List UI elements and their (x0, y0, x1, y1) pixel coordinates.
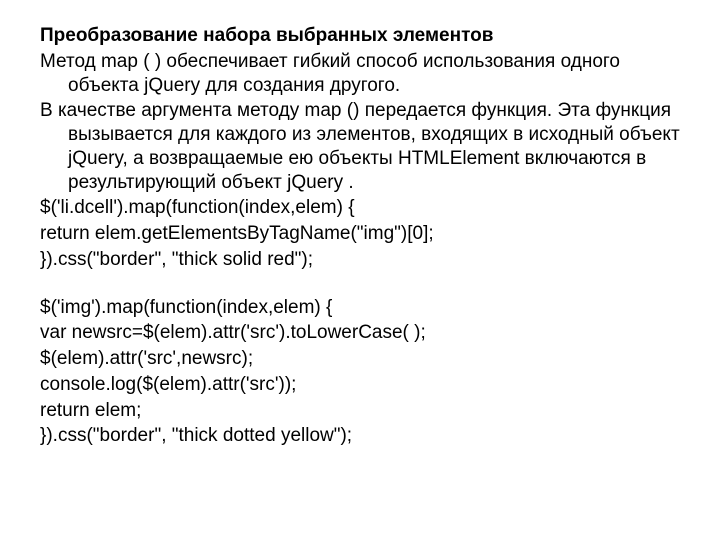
code-block-2-line-6: }).css("border", "thick dotted yellow"); (40, 424, 680, 448)
code-block-1-line-2: return elem.getElementsByTagName("img")[… (40, 222, 680, 246)
code-block-2-line-4: console.log($(elem).attr('src')); (40, 373, 680, 397)
blank-line (40, 274, 680, 296)
code-block-2-line-2: var newsrc=$(elem).attr('src').toLowerCa… (40, 321, 680, 345)
paragraph-1: Метод map ( ) обеспечивает гибкий способ… (40, 50, 680, 98)
paragraph-2: В качестве аргумента методу map () перед… (40, 99, 680, 194)
code-block-1-line-1: $('li.dcell').map(function(index,elem) { (40, 196, 680, 220)
code-block-2-line-1: $('img').map(function(index,elem) { (40, 296, 680, 320)
code-block-2-line-5: return elem; (40, 399, 680, 423)
code-block-2-line-3: $(elem).attr('src',newsrc); (40, 347, 680, 371)
code-block-1-line-3: }).css("border", "thick solid red"); (40, 248, 680, 272)
document-title: Преобразование набора выбранных элементо… (40, 24, 680, 48)
